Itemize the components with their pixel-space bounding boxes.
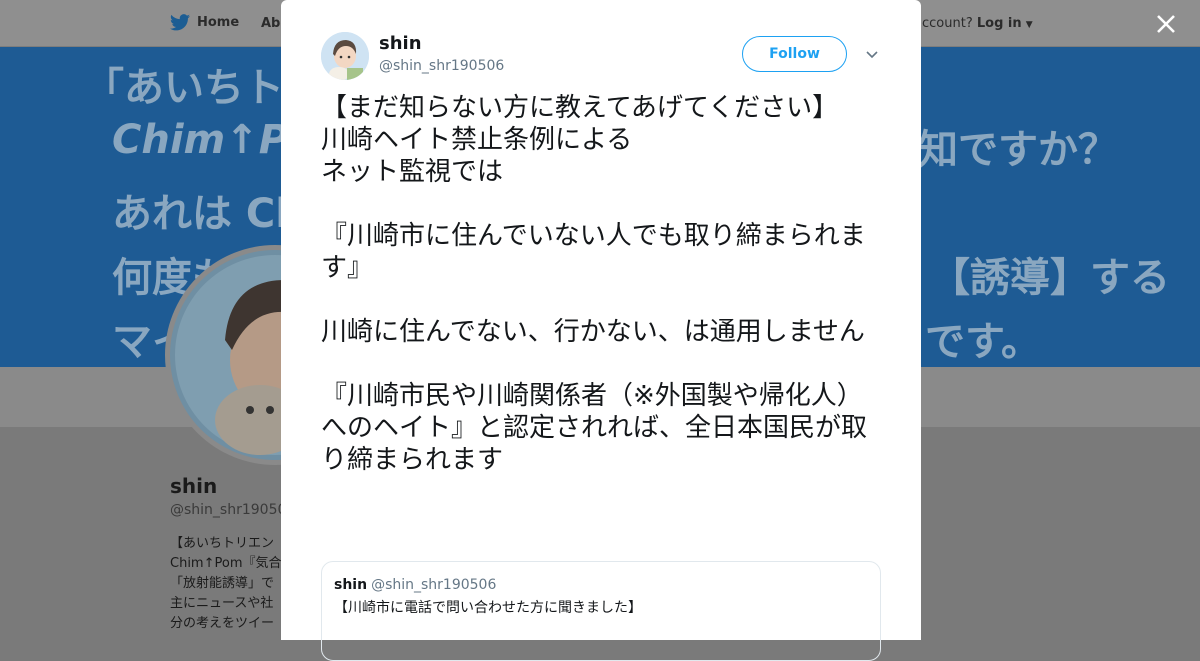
nav-home-label: Home — [197, 15, 240, 30]
quoted-author-name: shin — [334, 577, 368, 593]
nav-account: ccount? Log in ▼ — [922, 16, 1033, 31]
login-link[interactable]: Log in — [977, 16, 1022, 31]
bio-line: Chim↑Pom『気合 — [170, 556, 282, 571]
close-icon[interactable] — [1152, 10, 1180, 38]
banner-text: Chim↑P — [112, 117, 289, 163]
banner-text: あれは Ch — [112, 191, 304, 237]
quoted-tweet-text: 【川崎市に電話で問い合わせた方に聞きました】 — [334, 600, 642, 616]
banner-text: 【誘導】する — [930, 255, 1170, 301]
banner-text: 知ですか？ — [918, 127, 1118, 173]
quoted-tweet-header: shin @shin_shr190506 — [334, 574, 868, 593]
profile-bio: 【あいちトリエン Chim↑Pom『気合 「放射能誘導」で 主にニュースや社 分… — [170, 534, 290, 634]
caret-down-icon: ▼ — [1025, 20, 1033, 30]
account-prompt: ccount? — [922, 16, 973, 31]
follow-button[interactable]: Follow — [742, 36, 847, 72]
tweet-text: 【まだ知らない方に教えてあげてください】 川崎ヘイト禁止条例による ネット監視で… — [321, 93, 868, 475]
profile-name: shin — [170, 474, 218, 498]
bio-line: 【あいちトリエン — [170, 536, 275, 551]
banner-text: です。 — [925, 319, 1041, 365]
twitter-bird-icon — [170, 14, 190, 31]
quoted-author-handle: @shin_shr190506 — [371, 577, 497, 593]
bio-line: 「放射能誘導」で — [170, 576, 275, 591]
tweet-author-handle[interactable]: @shin_shr190506 — [379, 58, 504, 74]
tweet-author-avatar[interactable] — [321, 32, 369, 80]
bio-line: 分の考えをツイー — [170, 616, 275, 631]
bio-line: 主にニュースや社 — [170, 596, 274, 611]
profile-handle: @shin_shr190506 — [170, 502, 296, 518]
tweet-author-name[interactable]: shin — [379, 33, 422, 54]
quoted-tweet[interactable]: shin @shin_shr190506 【川崎市に電話で問い合わせた方に聞きまし… — [321, 561, 881, 661]
chevron-down-icon[interactable] — [864, 47, 880, 63]
tweet-modal: shin @shin_shr190506 Follow 【まだ知らない方に教えて… — [281, 0, 921, 661]
avatar-illustration — [321, 32, 369, 80]
nav-home[interactable]: Home — [170, 14, 239, 31]
